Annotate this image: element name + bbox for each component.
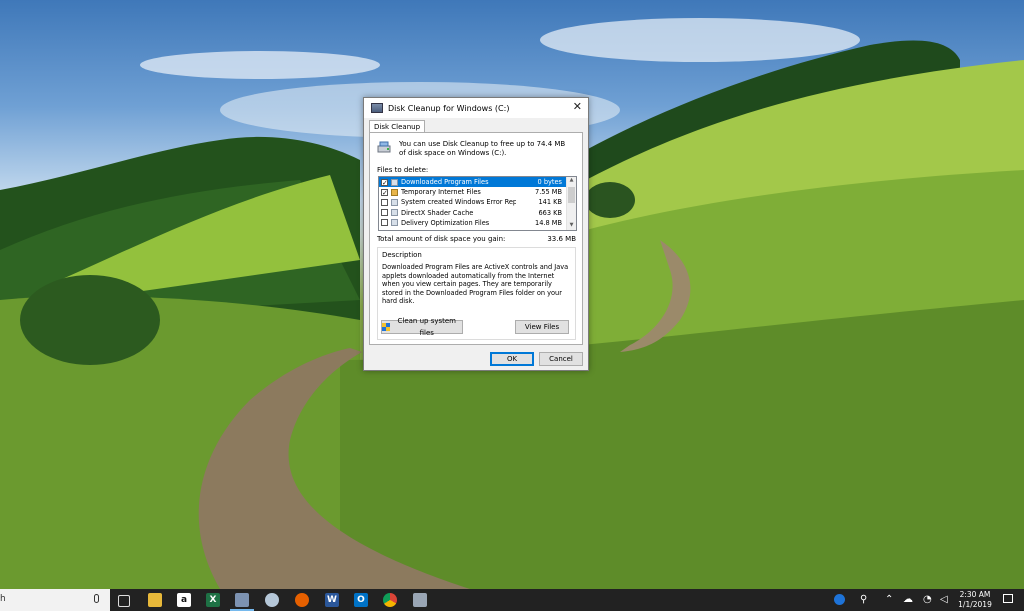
word-icon[interactable]: W [325,593,339,607]
file-name: Downloaded Program Files [401,178,489,187]
amazon-icon[interactable]: a [177,593,191,607]
chevron-up-icon[interactable]: ⌃ [885,594,893,606]
drive-cleanup-icon [377,141,391,153]
people-icon[interactable]: ⚲ [860,594,867,606]
file-icon [391,209,398,217]
tab-strip: Disk Cleanup [364,118,588,133]
taskbar: h a X W O ⚲ ⌃ ☁ ◔ ◁ 2:30 AM 1/1/2019 [0,589,1024,611]
file-checkbox[interactable] [381,219,388,227]
file-size: 14.8 MB [535,218,562,227]
uac-shield-icon [382,323,390,331]
file-list-row[interactable]: DirectX Shader Cache 663 KB [379,208,576,218]
disk-cleanup-dialog: Disk Cleanup for Windows (C:) ✕ Disk Cle… [363,97,589,371]
snipping-tool-icon[interactable] [265,593,279,607]
dialog-titlebar[interactable]: Disk Cleanup for Windows (C:) ✕ [364,98,588,118]
file-list-scrollbar[interactable]: ▲ ▼ [566,177,576,230]
file-name: Temporary Internet Files [401,188,481,197]
firefox-icon[interactable] [295,593,309,607]
file-icon [391,198,398,206]
file-list-row[interactable]: ✓ Downloaded Program Files 0 bytes [379,177,576,188]
file-list-row[interactable]: System created Windows Error Reporti... 1… [379,197,576,207]
excel-icon[interactable]: X [206,593,220,607]
disk-cleanup-pinned-icon[interactable] [413,593,427,607]
intro-text: You can use Disk Cleanup to free up to 7… [399,140,566,157]
notification-icon[interactable] [1003,594,1013,603]
file-name: Delivery Optimization Files [401,218,490,227]
disk-cleanup-icon [371,103,383,113]
search-box[interactable]: h [0,589,110,611]
file-list-row[interactable]: ✓ Temporary Internet Files 7.55 MB [379,187,576,197]
intro-section: You can use Disk Cleanup to free up to 7… [377,140,577,158]
ok-button[interactable]: OK [490,352,534,366]
file-checkbox[interactable] [381,209,388,217]
task-view-icon[interactable] [118,595,130,607]
file-size: 0 bytes [537,178,562,187]
files-list[interactable]: ✓ Downloaded Program Files 0 bytes ✓ Tempora… [378,176,577,231]
file-icon [391,178,398,186]
disk-cleanup-taskbar-icon[interactable] [230,593,254,611]
file-name: DirectX Shader Cache [401,208,474,217]
clean-up-system-files-label: Clean up system files [397,317,457,337]
desktop-wallpaper: Disk Cleanup for Windows (C:) ✕ Disk Cle… [0,0,1024,589]
file-checkbox[interactable] [381,198,388,206]
total-value: 33.6 MB [547,235,576,243]
file-size: 141 KB [538,198,562,207]
tab-panel: You can use Disk Cleanup to free up to 7… [369,132,583,345]
file-checkbox[interactable]: ✓ [381,188,388,196]
search-text: h [0,594,6,604]
total-gain: Total amount of disk space you gain: 33.… [377,235,576,243]
description-label: Description [382,251,422,259]
file-icon [391,219,398,227]
clock-date: 1/1/2019 [958,600,992,609]
file-size: 663 KB [538,208,562,217]
dialog-title: Disk Cleanup for Windows (C:) [388,103,510,113]
security-icon[interactable] [834,594,845,605]
file-list-row[interactable]: Delivery Optimization Files 14.8 MB [379,218,576,228]
file-checkbox[interactable]: ✓ [381,178,388,186]
clean-up-system-files-button[interactable]: Clean up system files [381,317,463,337]
file-explorer-icon[interactable] [148,593,162,607]
clock[interactable]: 2:30 AM 1/1/2019 [955,590,995,610]
outlook-icon[interactable]: O [354,593,368,607]
cancel-button[interactable]: Cancel [539,352,583,366]
file-name: System created Windows Error Reporti... [401,198,516,207]
view-files-button[interactable]: View Files [515,320,569,334]
lock-icon [391,188,398,196]
network-icon[interactable]: ◔ [923,594,932,606]
scroll-thumb[interactable] [568,187,575,203]
total-label: Total amount of disk space you gain: [377,235,506,243]
description-text: Downloaded Program Files are ActiveX con… [382,263,569,306]
volume-icon[interactable]: ◁ [940,594,948,606]
scroll-up-icon[interactable]: ▲ [567,177,576,185]
scroll-down-icon[interactable]: ▼ [567,222,576,230]
files-to-delete-label: Files to delete: [377,166,429,174]
clock-time: 2:30 AM [959,590,991,599]
microphone-icon[interactable] [94,594,99,603]
onedrive-icon[interactable]: ☁ [903,594,913,606]
file-size: 7.55 MB [535,188,562,197]
close-icon[interactable]: ✕ [573,101,582,113]
chrome-icon[interactable] [383,593,397,607]
